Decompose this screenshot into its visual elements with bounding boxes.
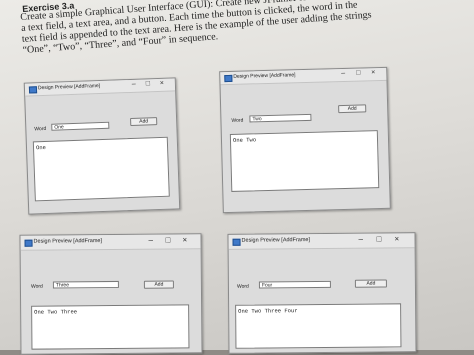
- java-app-icon: [232, 238, 241, 246]
- close-icon[interactable]: ×: [371, 69, 375, 77]
- java-app-icon: [28, 86, 38, 94]
- output-text-area[interactable]: One: [32, 136, 170, 202]
- output-text-area[interactable]: One Two Three: [31, 304, 190, 350]
- window-title: Design Preview [AddFrame]: [37, 83, 101, 92]
- java-app-icon: [224, 74, 233, 83]
- maximize-icon[interactable]: □: [376, 234, 381, 243]
- word-text-field[interactable]: Two: [249, 113, 312, 123]
- window-title: Design Preview [AddFrame]: [33, 238, 103, 245]
- window-title: Design Preview [AddFrame]: [241, 237, 311, 244]
- word-label: Word: [231, 117, 244, 124]
- maximize-icon[interactable]: □: [165, 235, 170, 244]
- add-button[interactable]: Add: [354, 279, 387, 288]
- minimize-icon[interactable]: –: [132, 81, 136, 89]
- close-icon[interactable]: ×: [160, 80, 164, 88]
- word-label: Word: [236, 283, 249, 290]
- title-bar[interactable]: Design Preview [AddFrame] – □ ×: [24, 78, 176, 97]
- maximize-icon[interactable]: □: [356, 70, 360, 78]
- close-icon[interactable]: ×: [182, 235, 187, 244]
- java-app-icon: [24, 239, 33, 247]
- design-preview-window-1: Design Preview [AddFrame] – □ × Word One…: [23, 77, 181, 215]
- add-button[interactable]: Add: [143, 280, 174, 289]
- word-text-field[interactable]: Three: [52, 280, 119, 289]
- word-label: Word: [34, 125, 47, 133]
- word-label: Word: [30, 283, 43, 290]
- minimize-icon[interactable]: –: [358, 235, 363, 244]
- output-text-area[interactable]: One Two Three Four: [235, 303, 402, 349]
- maximize-icon[interactable]: □: [146, 80, 151, 88]
- close-icon[interactable]: ×: [394, 234, 399, 243]
- title-bar[interactable]: Design Preview [AddFrame] – □ ×: [228, 233, 415, 250]
- title-bar[interactable]: Design Preview [AddFrame] – □ ×: [220, 67, 387, 86]
- design-preview-window-4: Design Preview [AddFrame] – □ × Word Fou…: [227, 232, 417, 354]
- output-text-area[interactable]: One Two: [229, 130, 380, 192]
- title-bar[interactable]: Design Preview [AddFrame] – □ ×: [20, 234, 201, 251]
- design-preview-window-3: Design Preview [AddFrame] – □ × Word Thr…: [19, 233, 203, 355]
- word-text-field[interactable]: One: [51, 121, 110, 131]
- minimize-icon[interactable]: –: [148, 236, 153, 245]
- word-text-field[interactable]: Four: [258, 280, 331, 289]
- add-button[interactable]: Add: [338, 104, 367, 114]
- add-button[interactable]: Add: [130, 117, 158, 126]
- minimize-icon[interactable]: –: [341, 70, 345, 78]
- design-preview-window-2: Design Preview [AddFrame] – □ × Word Two…: [219, 66, 391, 214]
- window-title: Design Preview [AddFrame]: [233, 72, 296, 80]
